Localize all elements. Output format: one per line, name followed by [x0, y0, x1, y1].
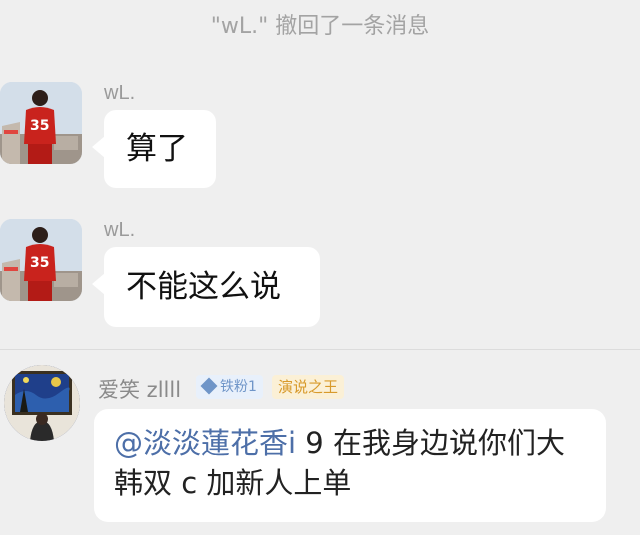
avatar[interactable]: 35 — [0, 82, 82, 164]
recall-notice: "wL." 撤回了一条消息 — [210, 14, 430, 39]
title-badge: 演说之王 — [272, 375, 345, 399]
mention-link[interactable]: @淡淡蓮花香i — [114, 426, 296, 460]
avatar[interactable]: 35 — [0, 219, 82, 301]
message-text: 算了 — [126, 131, 188, 167]
bubble-tail — [92, 273, 105, 295]
jersey-number: 35 — [30, 255, 49, 271]
commenter-avatar[interactable] — [4, 365, 80, 441]
sender-name: wL. — [104, 82, 136, 104]
starry-night-avatar-image — [4, 365, 80, 441]
jersey-number: 35 — [30, 118, 49, 134]
section-divider — [0, 349, 640, 350]
sender-name: wL. — [104, 219, 136, 241]
player-avatar-image: 35 — [0, 82, 82, 164]
diamond-icon — [200, 377, 218, 395]
bubble-tail — [92, 136, 105, 158]
player-avatar-image: 35 — [0, 219, 82, 301]
comment-bubble[interactable]: @淡淡蓮花香i 9 在我身边说你们大韩双 c 加新人上单 — [94, 409, 606, 522]
message-bubble[interactable]: 算了 — [92, 110, 216, 188]
message-row: 35 wL. 算了 — [0, 82, 640, 192]
message-text: 不能这么说 — [126, 269, 281, 305]
message-bubble[interactable]: 不能这么说 — [92, 247, 320, 327]
fan-level-badge: 铁粉1 — [196, 375, 263, 399]
commenter-username[interactable]: 爱笑 zllll — [98, 374, 181, 404]
message-row: 35 wL. 不能这么说 — [0, 219, 640, 329]
fan-badge-label: 铁粉1 — [220, 379, 257, 395]
